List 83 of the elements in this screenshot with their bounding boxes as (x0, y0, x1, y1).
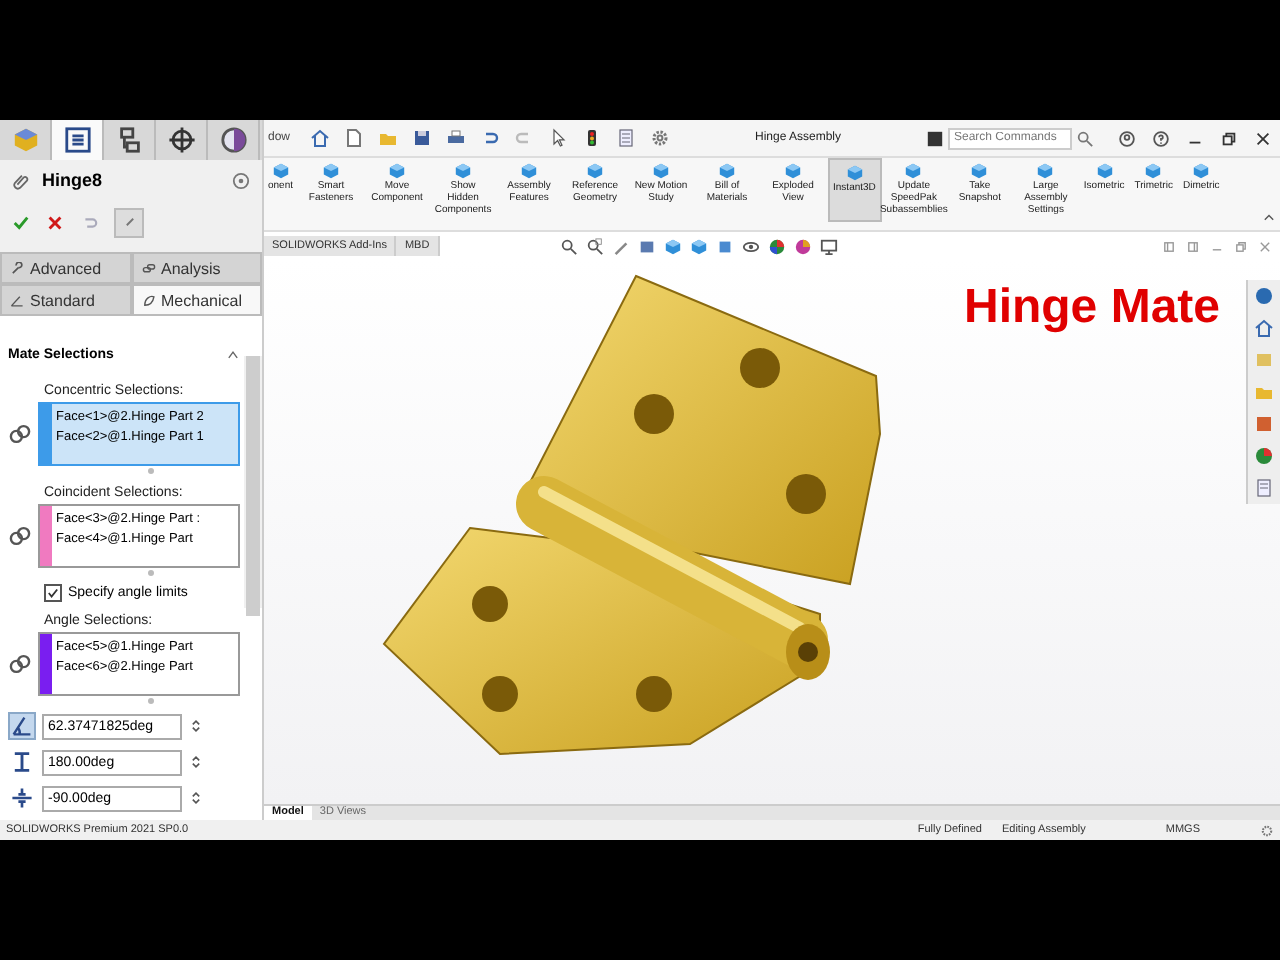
resize-handle[interactable] (148, 698, 154, 704)
help-icon[interactable] (232, 171, 250, 189)
panel-icon[interactable] (1186, 239, 1200, 253)
pin-icon (121, 214, 137, 230)
cube-icon (454, 162, 473, 180)
cube-icon (1095, 162, 1114, 180)
cube-icon (271, 162, 290, 180)
caret-icon[interactable] (226, 348, 240, 362)
mate-icon (8, 524, 32, 548)
ok-icon[interactable] (12, 213, 30, 231)
command-icon (926, 129, 944, 147)
save-icon[interactable] (412, 128, 433, 148)
color-ball-icon[interactable] (1254, 446, 1274, 466)
curve-icon (141, 293, 155, 307)
mate-tab[interactable]: Mechanical (131, 284, 262, 316)
cube-icon (652, 162, 671, 180)
cube-icon[interactable] (663, 237, 682, 255)
collapse-icon[interactable] (1262, 210, 1276, 224)
scroll-thumb[interactable] (246, 356, 260, 616)
mate-icon (8, 422, 32, 446)
home-icon[interactable] (1254, 318, 1274, 338)
panel-icon[interactable] (1162, 239, 1176, 253)
color-ball-icon[interactable] (767, 237, 786, 255)
sphere-icon (219, 126, 247, 154)
cube-icon (322, 162, 341, 180)
cube-icon (1144, 162, 1163, 180)
cancel-icon[interactable] (46, 213, 64, 231)
cube-icon (784, 162, 803, 180)
user-icon[interactable] (1118, 129, 1136, 147)
list-icon (63, 126, 91, 154)
box-icon[interactable] (715, 237, 734, 255)
cube-icon (904, 162, 923, 180)
document-icon[interactable] (344, 128, 365, 148)
feature-title: Hinge8 (42, 170, 105, 190)
restore-icon[interactable] (1220, 129, 1238, 147)
checkbox[interactable] (44, 584, 62, 602)
spinner-icon[interactable] (188, 716, 204, 736)
min-distance-icon[interactable] (8, 784, 36, 812)
list-icon[interactable] (616, 128, 637, 148)
list-icon[interactable] (1254, 478, 1274, 498)
paperclip-icon (12, 171, 30, 189)
color-ball-icon[interactable] (793, 237, 812, 255)
monitor-icon[interactable] (819, 237, 838, 255)
angle-icon[interactable] (8, 712, 36, 740)
tree-icon (115, 126, 143, 154)
settings-icon[interactable] (650, 128, 671, 148)
cube-icon (970, 162, 989, 180)
cube-icon (520, 162, 539, 180)
home-icon[interactable] (310, 128, 331, 148)
printer-icon[interactable] (446, 128, 467, 148)
graphics-area[interactable]: Hinge Mate (264, 260, 1280, 804)
cube-icon (1192, 162, 1211, 180)
crosshair-icon (167, 126, 195, 154)
cursor-icon[interactable] (548, 128, 569, 148)
link-icon (141, 261, 155, 275)
cube-icon (718, 162, 737, 180)
help-icon[interactable] (1152, 129, 1170, 147)
mate-tab[interactable]: Analysis (131, 252, 262, 284)
mate-tab[interactable]: Advanced (0, 252, 131, 284)
resize-handle[interactable] (148, 570, 154, 576)
angle-icon (10, 293, 24, 307)
resize-handle[interactable] (148, 468, 154, 474)
search-icon[interactable] (1076, 129, 1094, 147)
spinner-icon[interactable] (188, 788, 204, 808)
cube-icon (11, 126, 39, 154)
cube-icon (845, 164, 864, 182)
undo-icon[interactable] (480, 128, 501, 148)
cube-icon[interactable] (689, 237, 708, 255)
cube-icon (586, 162, 605, 180)
pencil-icon[interactable] (611, 237, 630, 255)
cube-icon (1036, 162, 1055, 180)
close-icon[interactable] (1254, 129, 1272, 147)
mate-icon (8, 652, 32, 676)
eye-icon[interactable] (741, 237, 760, 255)
pin-button[interactable] (114, 207, 144, 237)
panel-tab[interactable] (52, 120, 104, 160)
mate-tab[interactable]: Standard (0, 284, 131, 316)
settings-icon[interactable] (1260, 823, 1274, 837)
cube-icon (388, 162, 407, 180)
overlay-title: Hinge Mate (963, 280, 1220, 336)
zoom-area-icon[interactable] (585, 237, 604, 255)
search-icon[interactable] (559, 237, 578, 255)
spinner-icon[interactable] (188, 752, 204, 772)
